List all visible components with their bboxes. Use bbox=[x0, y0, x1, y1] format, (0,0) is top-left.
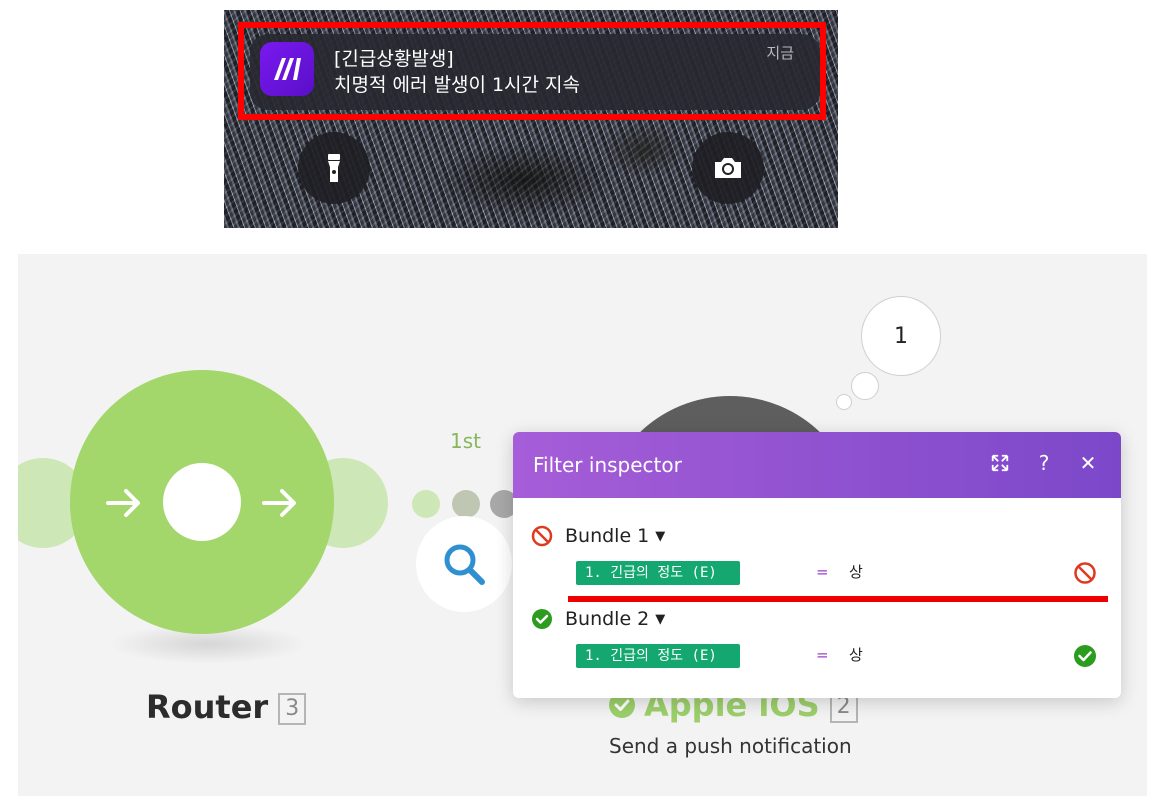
operations-count-bubble[interactable]: 1 bbox=[861, 296, 941, 376]
filter-button[interactable] bbox=[416, 516, 512, 612]
bundle-1-condition: 1. 긴급의 정도 (E) = 상 bbox=[576, 561, 1116, 585]
route-dot bbox=[452, 490, 480, 518]
inspector-header: Filter inspector ? ✕ bbox=[513, 432, 1121, 498]
arrow-right-icon bbox=[262, 489, 296, 517]
operation-bubble bbox=[851, 372, 879, 400]
inspector-title: Filter inspector bbox=[533, 453, 682, 477]
help-icon[interactable]: ? bbox=[1033, 451, 1055, 475]
bundle-1-label: Bundle 1 bbox=[565, 525, 650, 547]
highlight-underline bbox=[568, 596, 1108, 602]
bundle-2-condition: 1. 긴급의 정도 (E) = 상 bbox=[576, 644, 1116, 668]
router-label: Router 3 bbox=[146, 688, 307, 726]
inspector-actions: ? ✕ bbox=[989, 451, 1099, 475]
router-ring bbox=[163, 463, 241, 541]
route-dot bbox=[412, 490, 440, 518]
magnifier-icon bbox=[444, 544, 485, 585]
arrow-right-icon bbox=[106, 489, 140, 517]
phone-lockscreen: [긴급상황발생] 치명적 에러 발생이 1시간 지속 지금 bbox=[224, 10, 838, 228]
check-circle-icon bbox=[532, 609, 552, 629]
camera-button[interactable] bbox=[692, 132, 764, 204]
operation-bubble bbox=[836, 394, 852, 410]
expand-icon[interactable] bbox=[989, 452, 1011, 474]
caret-down-icon: ▼ bbox=[655, 528, 666, 544]
notification-highlight-box bbox=[238, 22, 826, 120]
bundle-2-header[interactable]: Bundle 2 ▼ bbox=[531, 608, 665, 630]
router-name: Router bbox=[146, 688, 269, 726]
bundle-2-label: Bundle 2 bbox=[565, 608, 650, 630]
router-badge: 3 bbox=[278, 693, 307, 725]
condition-operator: = bbox=[816, 563, 829, 581]
blocked-icon bbox=[531, 525, 553, 547]
check-circle-icon bbox=[1074, 645, 1096, 667]
condition-operator: = bbox=[816, 646, 829, 664]
condition-field-tag: 1. 긴급의 정도 (E) bbox=[576, 644, 740, 668]
condition-field-tag: 1. 긴급의 정도 (E) bbox=[576, 561, 740, 585]
condition-value: 상 bbox=[849, 563, 863, 581]
condition-value: 상 bbox=[849, 646, 863, 664]
camera-icon bbox=[715, 158, 741, 178]
caret-down-icon: ▼ bbox=[655, 611, 666, 627]
flashlight-button[interactable] bbox=[298, 132, 370, 204]
route-label: 1st bbox=[450, 429, 481, 453]
blocked-icon bbox=[1074, 562, 1096, 584]
flashlight-icon bbox=[328, 154, 340, 182]
router-module[interactable] bbox=[70, 370, 334, 634]
bundle-1-header[interactable]: Bundle 1 ▼ bbox=[531, 525, 665, 547]
ios-module-subtitle: Send a push notification bbox=[609, 734, 852, 758]
close-icon[interactable]: ✕ bbox=[1077, 451, 1099, 475]
scenario-canvas: Router 3 1st 1 Apple iOS 2 Send a push not… bbox=[18, 254, 1147, 796]
filter-inspector-panel: Filter inspector ? ✕ Bundle 1 ▼ 1. 긴급의 정… bbox=[513, 432, 1121, 698]
